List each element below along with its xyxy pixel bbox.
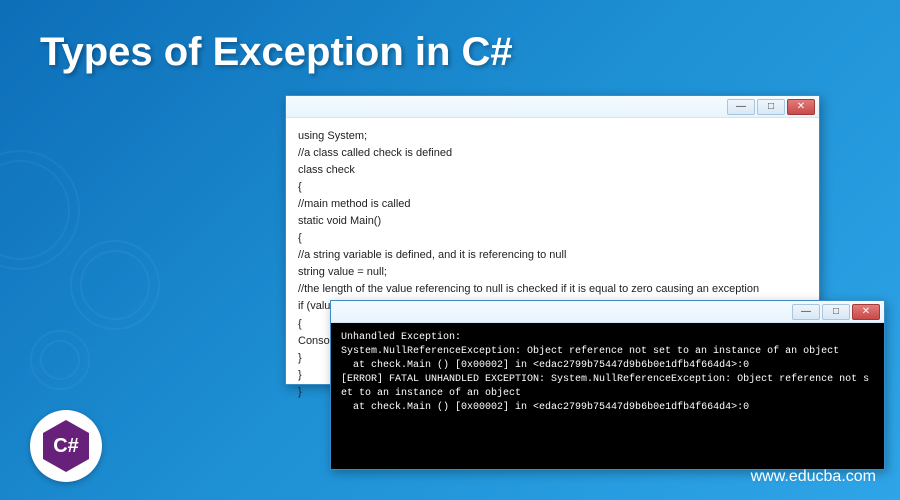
decorative-gear — [70, 240, 160, 330]
decorative-gear — [30, 330, 90, 390]
maximize-button[interactable]: □ — [757, 99, 785, 115]
site-url: www.educba.com — [751, 468, 876, 486]
close-button[interactable]: ✕ — [852, 304, 880, 320]
csharp-logo-text: C# — [53, 435, 79, 458]
window-titlebar: — □ ✕ — [286, 96, 819, 118]
decorative-gear — [0, 150, 80, 270]
minimize-button[interactable]: — — [727, 99, 755, 115]
console-window: — □ ✕ Unhandled Exception: System.NullRe… — [330, 300, 885, 470]
minimize-button[interactable]: — — [792, 304, 820, 320]
close-button[interactable]: ✕ — [787, 99, 815, 115]
maximize-button[interactable]: □ — [822, 304, 850, 320]
csharp-logo: C# — [30, 410, 102, 482]
console-output: Unhandled Exception: System.NullReferenc… — [331, 323, 884, 469]
page-title: Types of Exception in C# — [40, 30, 513, 75]
window-titlebar: — □ ✕ — [331, 301, 884, 323]
csharp-logo-hex: C# — [43, 420, 89, 472]
